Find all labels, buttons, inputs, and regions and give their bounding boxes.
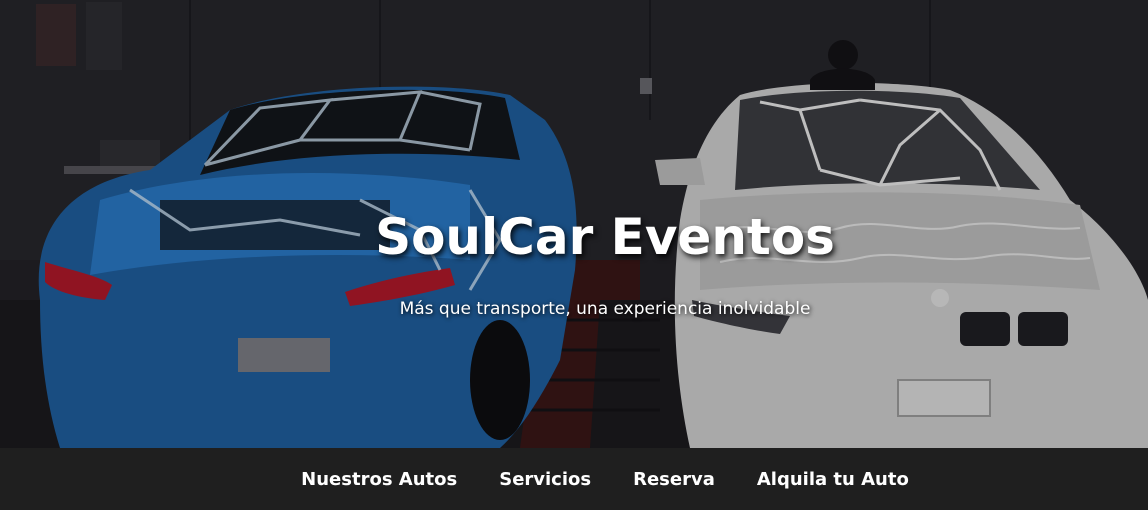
hero-subtitle: Más que transporte, una experiencia inol… [399,299,811,319]
nav-link-servicios[interactable]: Servicios [499,469,591,490]
nav-link-nuestros-autos[interactable]: Nuestros Autos [301,469,457,490]
main-nav: Nuestros Autos Servicios Reserva Alquila… [0,448,1148,510]
nav-link-alquila-tu-auto[interactable]: Alquila tu Auto [757,469,909,490]
nav-link-reserva[interactable]: Reserva [633,469,715,490]
hero-title: SoulCar Eventos [375,207,835,266]
hero-section: SoulCar Eventos Más que transporte, una … [0,0,1148,448]
